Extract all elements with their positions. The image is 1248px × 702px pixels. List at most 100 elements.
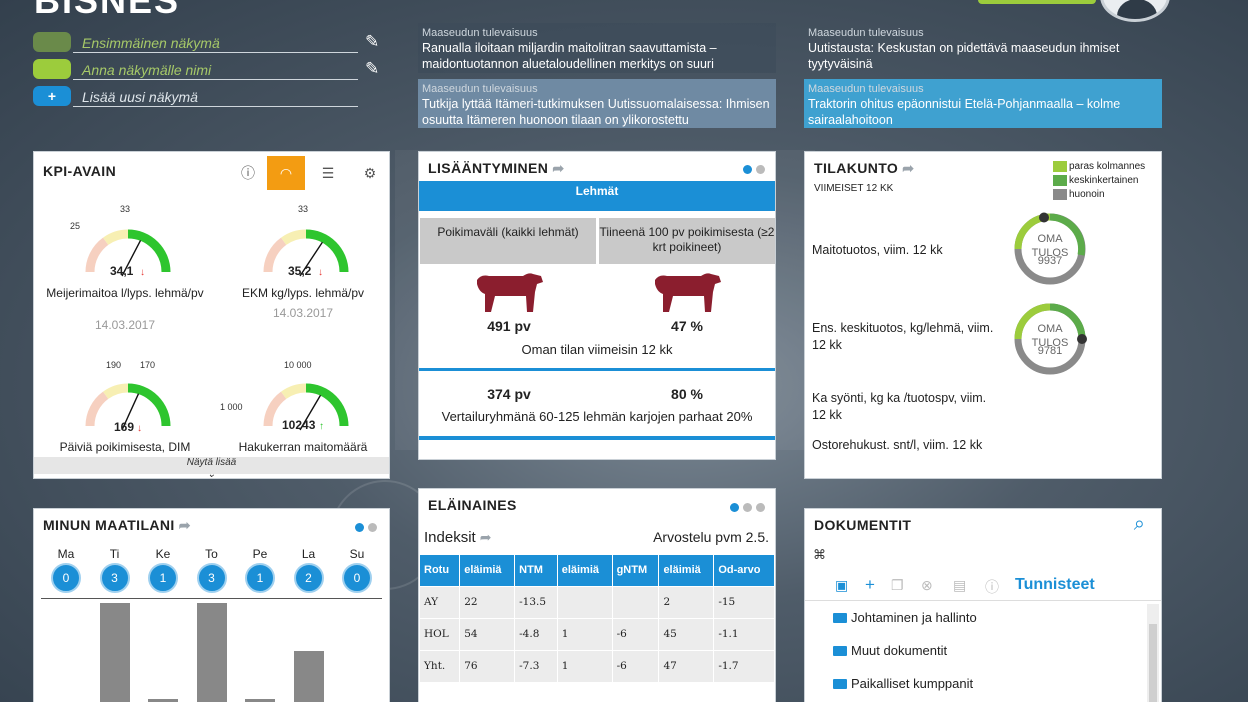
share-icon[interactable]: ➦ — [902, 160, 914, 176]
list-view-icon[interactable]: ☰ — [309, 156, 347, 190]
ring-value: 9781 — [1037, 345, 1063, 357]
table-cell: -1.1 — [713, 617, 775, 650]
card-title-text: MINUN MAATILANI — [43, 517, 175, 533]
scrollbar-thumb[interactable] — [1149, 624, 1157, 702]
day-item[interactable]: To 3 — [196, 547, 227, 593]
day-count-badge[interactable]: 3 — [99, 563, 130, 593]
legend-label: keskinkertainen — [1069, 175, 1139, 186]
info-icon[interactable]: ⓘ — [985, 577, 999, 597]
view-list: Ensimmäinen näkymä ✎ Anna näkymälle nimi… — [33, 31, 393, 112]
settings-gear-icon[interactable]: ⚙ — [351, 156, 389, 190]
comparison-caption: Vertailuryhmänä 60-125 lehmän karjojen p… — [441, 409, 753, 424]
view-item-2[interactable]: Anna näkymälle nimi ✎ — [33, 58, 393, 85]
day-item[interactable]: Ma 0 — [51, 547, 81, 593]
share-icon[interactable]: ➦ — [480, 529, 492, 545]
kpi-gauge[interactable]: 190 170 169 ↓ Päiviä poikimisesta, DIM — [40, 358, 210, 458]
page-dot[interactable] — [756, 503, 765, 512]
kpi-gauge[interactable]: 1 000 10 000 10243 ↑ Hakukerran maitomää… — [218, 358, 388, 458]
page-dot[interactable] — [743, 503, 752, 512]
news-item[interactable]: Maaseudun tulevaisuus Traktorin ohitus e… — [804, 79, 1162, 128]
view-item-1[interactable]: Ensimmäinen näkymä ✎ — [33, 31, 393, 58]
edit-pencil-icon[interactable]: ✎ — [365, 33, 383, 51]
cow-icon — [655, 273, 721, 312]
column-header: Od-arvo — [713, 555, 775, 586]
page-dot[interactable] — [756, 165, 765, 174]
folder-item[interactable]: Johtaminen ja hallinto — [833, 610, 977, 625]
add-icon[interactable]: + — [865, 575, 875, 595]
day-count-badge[interactable]: 2 — [293, 563, 324, 593]
trend-down-icon: ↓ — [137, 423, 142, 434]
cow-icon — [477, 273, 543, 312]
gauge-tick-left: 1 000 — [220, 402, 243, 412]
search-icon[interactable]: ⌕ — [1134, 513, 1145, 536]
new-folder-icon[interactable]: ▣ — [835, 577, 848, 594]
gauge-tick-top: 33 — [298, 204, 309, 214]
page-dot[interactable] — [730, 503, 739, 512]
own-caption: Oman tilan viimeisin 12 kk — [521, 342, 673, 357]
news-title: Uutistausta: Keskustan on pidettävä maas… — [808, 41, 1120, 71]
kpi-gauge[interactable]: 25 33 34,1 ↓ Meijerimaitoa l/lyps. lehmä… — [40, 204, 210, 334]
gauge-view-icon[interactable]: ◠ — [267, 156, 305, 190]
day-count-badge[interactable]: 1 — [245, 563, 275, 593]
day-name: Ma — [57, 547, 75, 561]
trash-icon[interactable]: ▤ — [953, 577, 966, 594]
table-cell: 47 — [658, 649, 715, 682]
chart-bar — [196, 603, 227, 702]
lisaantyminen-card: LISÄÄNTYMINEN ➦ Lehmät Poikimaväli (kaikk… — [418, 151, 776, 460]
table-cell: HOL — [420, 617, 461, 650]
legend-label: huonoin — [1069, 189, 1105, 200]
share-icon[interactable]: ➦ — [552, 160, 564, 176]
day-count-badge[interactable]: 0 — [342, 563, 372, 593]
day-name: Su — [349, 547, 365, 561]
day-item[interactable]: La 2 — [293, 547, 324, 593]
column-header: NTM — [514, 555, 558, 586]
news-title: Ranualla iloitaan miljardin maitolitran … — [422, 41, 717, 71]
add-view-item[interactable]: + Lisää uusi näkymä — [33, 85, 393, 112]
card-title-text: LISÄÄNTYMINEN — [428, 160, 549, 176]
folder-label: Johtaminen ja hallinto — [851, 610, 977, 625]
folder-item[interactable]: Muut dokumentit — [833, 643, 947, 658]
kpi-gauge[interactable]: 33 35,2 ↓ EKM kg/lyps. lehmä/pv 14.03.20… — [218, 204, 388, 334]
scrollbar[interactable] — [1147, 604, 1159, 702]
user-avatar[interactable] — [1100, 0, 1170, 22]
day-count-badge[interactable]: 1 — [148, 563, 178, 593]
day-item[interactable]: Pe 1 — [245, 547, 275, 593]
page-dot[interactable] — [355, 523, 364, 532]
view-name-field[interactable]: Anna näkymälle nimi — [73, 60, 358, 80]
page-dot[interactable] — [368, 523, 377, 532]
cancel-icon[interactable]: ⊗ — [921, 577, 933, 594]
column-header: Rotu — [420, 555, 461, 586]
day-item[interactable]: Ke 1 — [148, 547, 178, 593]
table-cell: 1 — [557, 617, 613, 650]
folder-icon — [833, 679, 847, 689]
card-title: MINUN MAATILANI ➦ — [43, 517, 191, 534]
news-source: Maaseudun tulevaisuus — [422, 83, 538, 95]
gauge-tick-top: 170 — [140, 360, 156, 370]
table-cell: -15 — [713, 585, 775, 618]
plus-icon[interactable]: + — [33, 86, 71, 106]
table-row: AY 22 -13.5 2 -15 — [420, 585, 775, 618]
view-color-swatch — [33, 59, 71, 79]
view-name-field[interactable]: Ensimmäinen näkymä — [73, 33, 358, 53]
tags-link[interactable]: Tunnisteet — [1015, 576, 1095, 594]
news-item[interactable]: Maaseudun tulevaisuus Tutkija lyttää Itä… — [418, 79, 776, 128]
show-more-button[interactable]: Näytä lisää ⌄ — [34, 457, 389, 480]
edit-pencil-icon[interactable]: ✎ — [365, 60, 383, 78]
news-item[interactable]: Maaseudun tulevaisuus Uutistausta: Kesku… — [804, 23, 1162, 73]
day-count-badge[interactable]: 0 — [51, 563, 81, 593]
page-dot[interactable] — [743, 165, 752, 174]
copy-icon[interactable]: ❐ — [891, 577, 904, 594]
day-item[interactable]: Su 0 — [342, 547, 372, 593]
help-icon[interactable]: ⓘ — [229, 156, 267, 190]
metric-label: Ens. keskituotos, kg/lehmä, viim. 12 kk — [812, 321, 994, 352]
add-view-field[interactable]: Lisää uusi näkymä — [73, 87, 358, 107]
share-icon[interactable]: ➦ — [179, 517, 191, 533]
day-count-badge[interactable]: 3 — [196, 563, 227, 593]
day-item[interactable]: Ti 3 — [99, 547, 130, 593]
top-action-button[interactable] — [978, 0, 1096, 4]
column-header: eläimiä — [459, 555, 516, 586]
news-item[interactable]: Maaseudun tulevaisuus Ranualla iloitaan … — [418, 23, 776, 73]
table-cell: -4.8 — [514, 617, 558, 650]
hierarchy-icon[interactable]: ⌘ — [813, 547, 826, 563]
folder-item[interactable]: Paikalliset kumppanit — [833, 676, 973, 691]
